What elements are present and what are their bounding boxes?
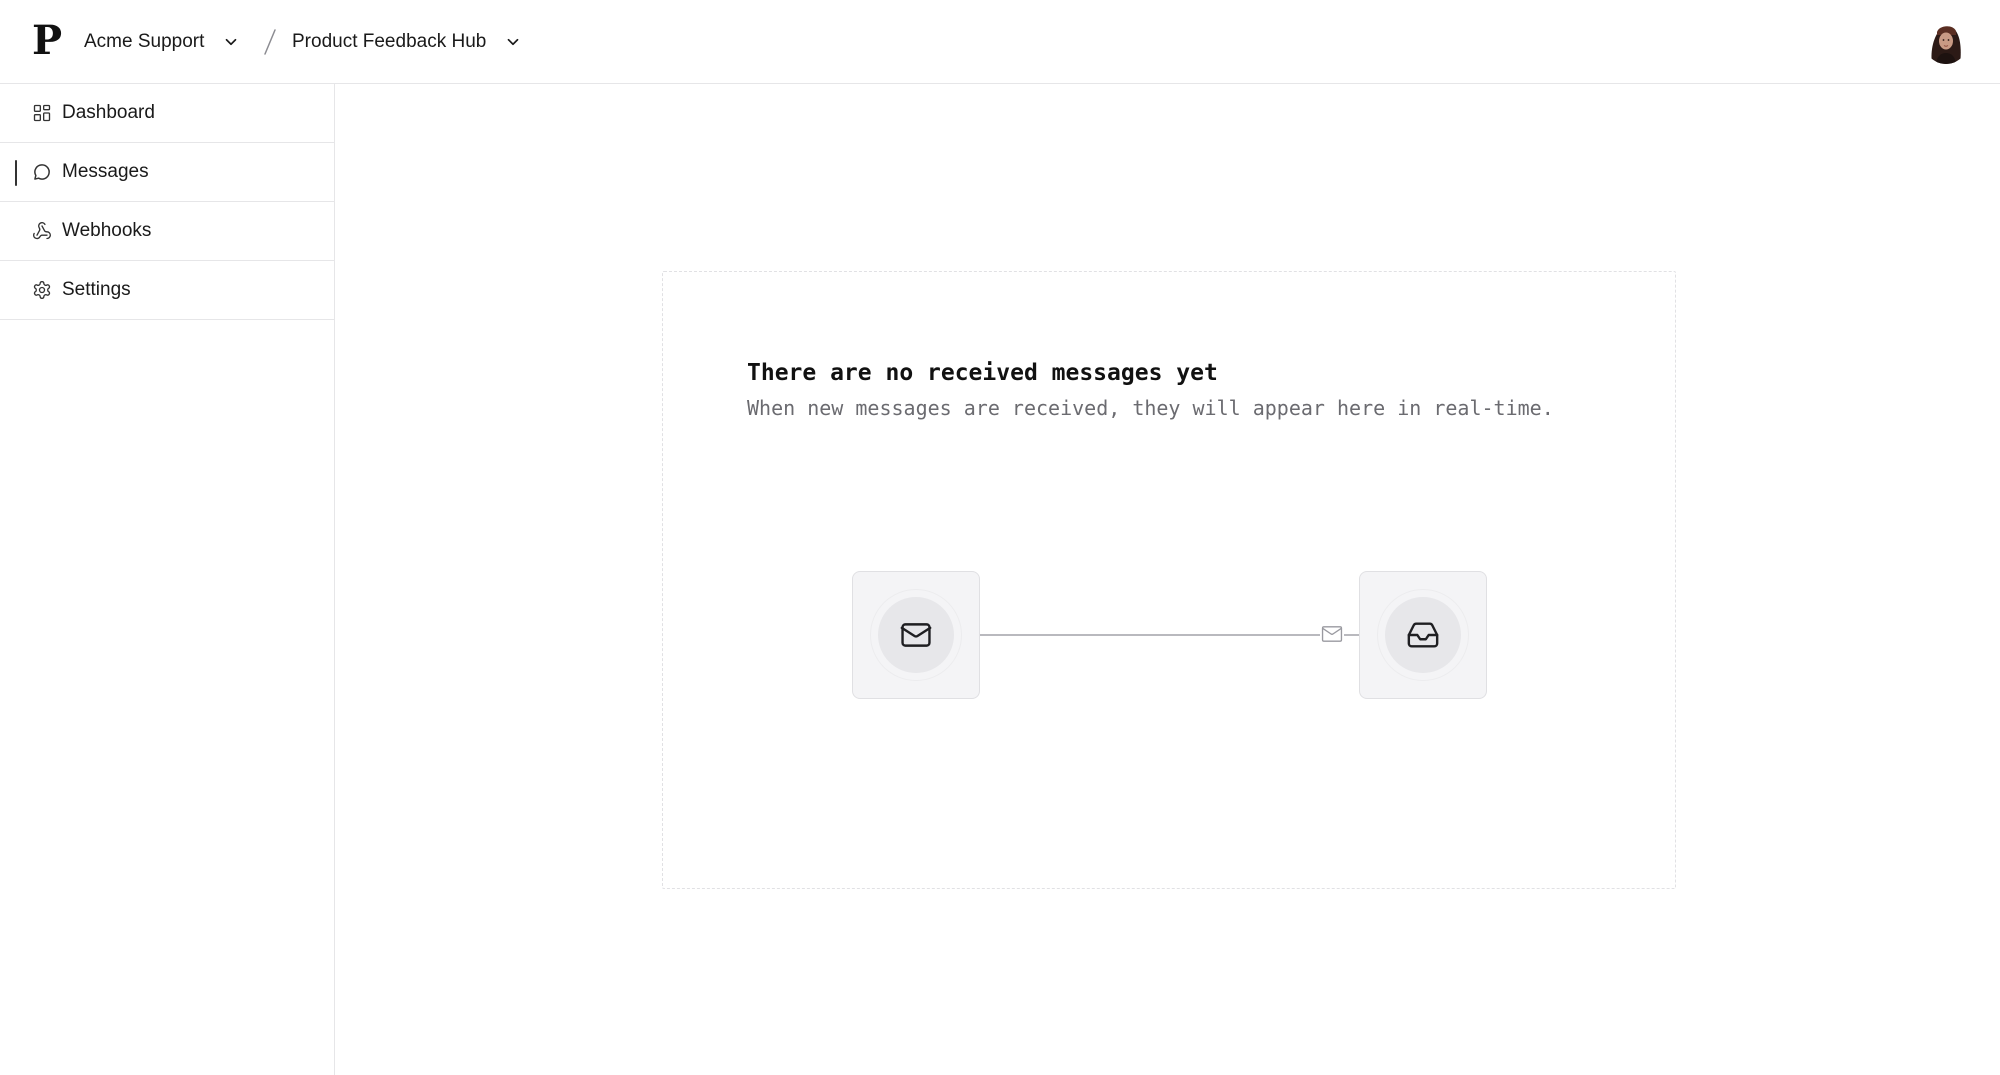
webhook-icon	[32, 221, 52, 241]
sidebar-item-label: Webhooks	[62, 220, 152, 241]
envelope-icon	[878, 597, 954, 673]
organization-name: Acme Support	[84, 31, 205, 52]
project-switcher[interactable]: Product Feedback Hub	[286, 26, 528, 58]
empty-state-card: There are no received messages yet When …	[662, 271, 1676, 889]
sidebar-item-settings[interactable]: Settings	[0, 261, 334, 320]
inbox-icon	[1385, 597, 1461, 673]
gear-icon	[32, 280, 52, 300]
sidebar-item-label: Messages	[62, 161, 149, 182]
envelope-icon	[1320, 624, 1344, 644]
connector-line	[980, 634, 1359, 636]
sidebar: Dashboard Messages Webhooks Settings	[0, 84, 335, 1075]
sidebar-item-messages[interactable]: Messages	[0, 143, 334, 202]
dashboard-grid-icon	[32, 103, 52, 123]
receiver-node	[1359, 571, 1487, 699]
sidebar-item-label: Settings	[62, 279, 131, 300]
sidebar-item-webhooks[interactable]: Webhooks	[0, 202, 334, 261]
message-bubble-icon	[32, 162, 52, 182]
empty-state-title: There are no received messages yet	[747, 360, 1218, 386]
breadcrumb-separator	[264, 29, 276, 55]
app-logo[interactable]: P	[32, 19, 62, 63]
top-bar: P Acme Support Product Feedback Hub	[0, 0, 2000, 84]
chevron-down-icon	[222, 33, 240, 51]
sender-node	[852, 571, 980, 699]
user-avatar[interactable]	[1924, 20, 1968, 64]
project-name: Product Feedback Hub	[292, 31, 487, 52]
sidebar-item-label: Dashboard	[62, 102, 155, 123]
sidebar-item-dashboard[interactable]: Dashboard	[0, 84, 334, 143]
organization-switcher[interactable]: Acme Support	[78, 26, 246, 58]
empty-state-subtitle: When new messages are received, they wil…	[747, 396, 1554, 420]
chevron-down-icon	[504, 33, 522, 51]
